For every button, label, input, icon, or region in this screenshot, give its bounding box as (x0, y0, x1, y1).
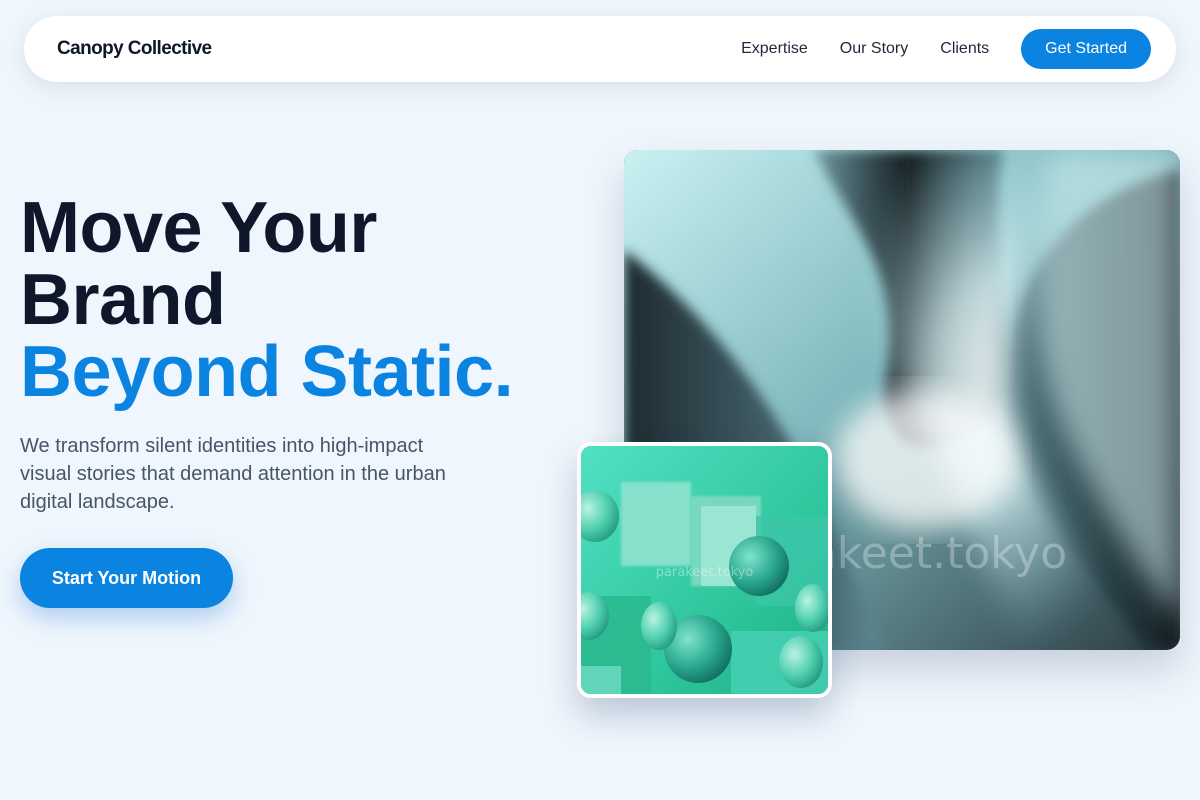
nav-link-expertise[interactable]: Expertise (741, 40, 808, 58)
brand-logo[interactable]: Canopy Collective (57, 38, 212, 60)
hero-title-line-2: Brand (20, 260, 226, 340)
nav-links: Expertise Our Story Clients Get Started (741, 29, 1151, 69)
hero-title: Move Your Brand Beyond Static. (20, 188, 514, 412)
hero-title-accent: Beyond Static. (20, 332, 514, 412)
start-your-motion-button[interactable]: Start Your Motion (20, 548, 233, 608)
hero-title-line-1: Move Your (20, 188, 377, 268)
nav-link-our-story[interactable]: Our Story (840, 40, 908, 58)
hero-subtitle: We transform silent identities into high… (20, 435, 446, 513)
secondary-image-watermark: parakeet.tokyo (655, 565, 754, 580)
nav-link-clients[interactable]: Clients (940, 40, 989, 58)
get-started-button[interactable]: Get Started (1021, 29, 1151, 69)
hero-secondary-image: parakeet.tokyo (577, 442, 832, 698)
top-navbar: Canopy Collective Expertise Our Story Cl… (24, 16, 1176, 82)
